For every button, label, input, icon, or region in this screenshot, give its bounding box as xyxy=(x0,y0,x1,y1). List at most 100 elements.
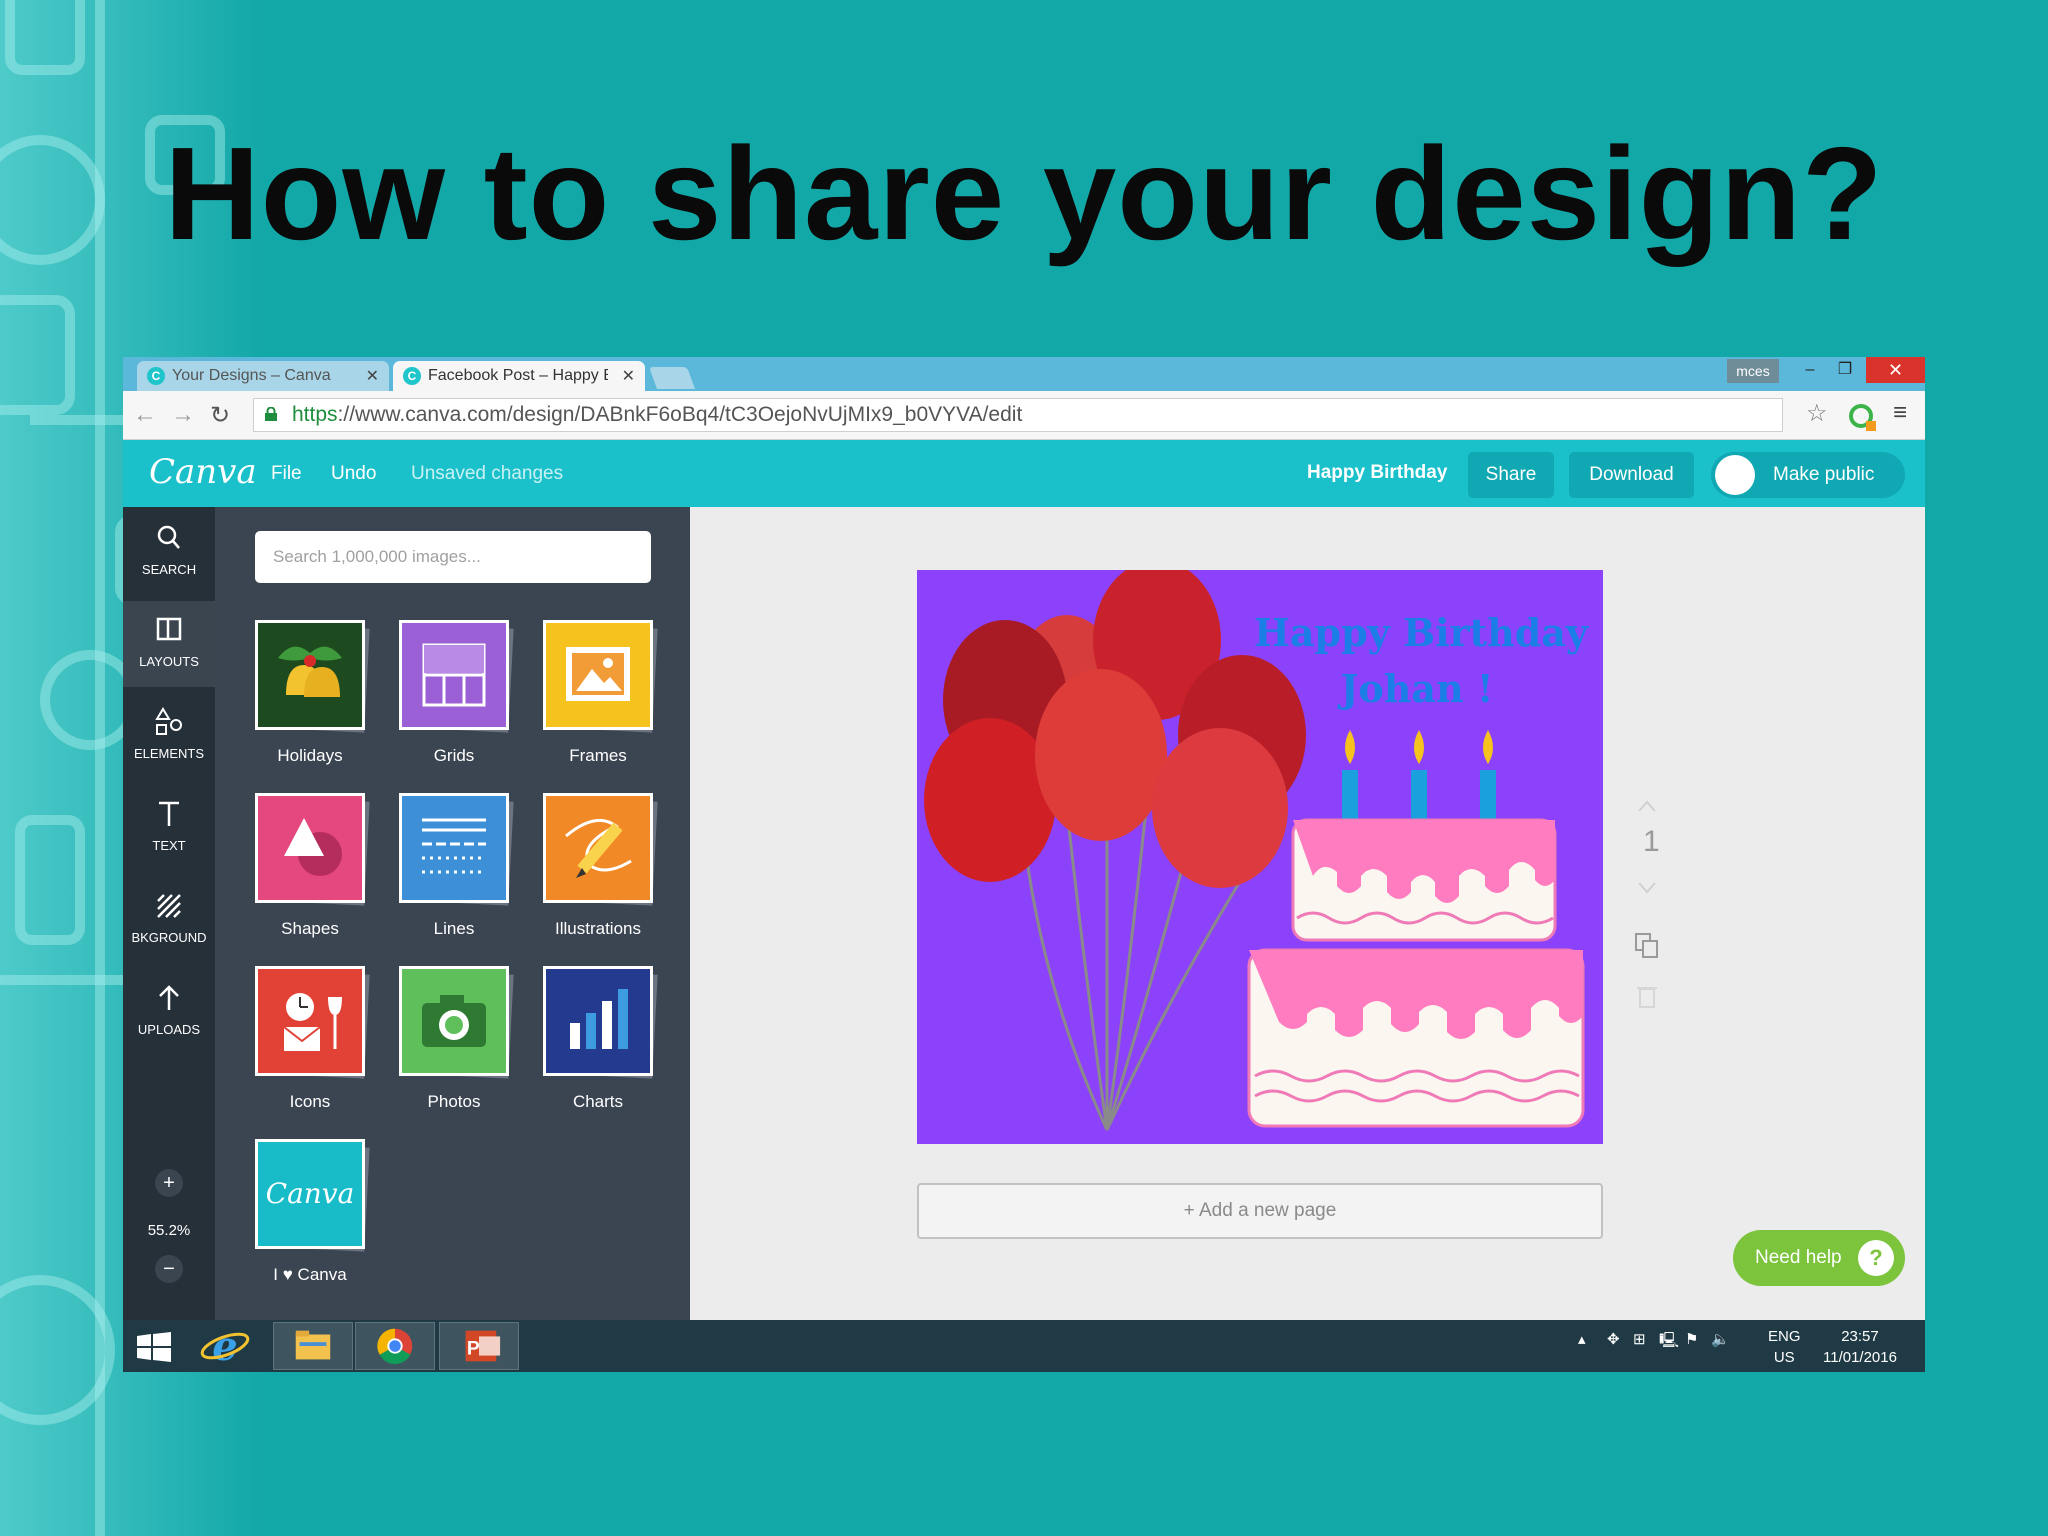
elements-panel: Search 1,000,000 images... Holidays Grid… xyxy=(215,507,690,1320)
tab-title: Your Designs – Canva xyxy=(172,367,331,384)
new-tab-button[interactable] xyxy=(648,367,696,389)
tile-label: Charts xyxy=(572,1092,624,1111)
file-explorer-icon[interactable] xyxy=(273,1322,353,1370)
layouts-icon xyxy=(156,617,182,641)
download-button[interactable]: Download xyxy=(1569,452,1694,498)
region-code: US xyxy=(1773,1349,1795,1366)
toggle-knob xyxy=(1715,455,1755,495)
delete-page-icon[interactable] xyxy=(1636,983,1658,1009)
powerpoint-icon[interactable]: P xyxy=(439,1322,519,1370)
menu-icon[interactable]: ≡ xyxy=(1893,399,1907,427)
tool-rail: SEARCH LAYOUTS ELEMENTS TEXT BKGROUND UP… xyxy=(123,507,215,1320)
tile-label: Holidays xyxy=(277,746,343,765)
tab-facebook-post[interactable]: C Facebook Post – Happy Bi ✕ xyxy=(393,361,645,391)
text-icon xyxy=(159,801,179,826)
move-page-up-icon[interactable] xyxy=(1635,797,1659,815)
dropbox-tray-icon[interactable]: ✥ xyxy=(1607,1330,1620,1348)
rail-label: LAYOUTS xyxy=(139,654,199,669)
rail-elements[interactable]: ELEMENTS xyxy=(123,693,215,779)
volume-icon[interactable]: 🔈 xyxy=(1711,1330,1730,1348)
rail-label: UPLOADS xyxy=(137,1022,201,1037)
need-help-button[interactable]: Need help ? xyxy=(1733,1230,1905,1286)
reload-icon[interactable]: ↻ xyxy=(210,401,230,430)
close-tab-icon[interactable]: ✕ xyxy=(622,366,635,386)
make-public-toggle[interactable]: Make public xyxy=(1711,452,1905,498)
design-title[interactable]: Happy Birthday xyxy=(1307,462,1447,484)
design-artboard[interactable]: Happy Birthday Johan ! xyxy=(917,570,1603,1144)
windows-tray-icon[interactable]: ⊞ xyxy=(1633,1330,1646,1348)
zoom-out-button[interactable]: − xyxy=(155,1255,183,1283)
rail-search[interactable]: SEARCH xyxy=(123,509,215,595)
lines-icon xyxy=(399,793,509,903)
artboard-line2[interactable]: Johan ! xyxy=(1337,666,1493,711)
save-status: Unsaved changes xyxy=(411,463,564,484)
rail-label: ELEMENTS xyxy=(133,746,205,761)
background-icon xyxy=(157,894,181,918)
illustrations-icon xyxy=(543,793,653,903)
svg-text:e: e xyxy=(212,1323,237,1370)
screenshot-window: C Your Designs – Canva ✕ C Facebook Post… xyxy=(123,357,1925,1372)
lock-icon xyxy=(265,407,277,421)
tile-label: Photos xyxy=(427,1092,481,1111)
internet-explorer-icon[interactable]: e xyxy=(185,1322,265,1370)
move-page-down-icon[interactable] xyxy=(1635,879,1659,897)
share-button[interactable]: Share xyxy=(1468,452,1554,498)
tile-label: Icons xyxy=(289,1092,331,1111)
elements-icon xyxy=(155,707,182,735)
charts-icon xyxy=(543,966,653,1076)
extension-icon[interactable] xyxy=(1848,403,1878,433)
tile-label: Grids xyxy=(433,746,475,765)
address-bar[interactable]: https://www.canva.com/design/DABnkF6oBq4… xyxy=(253,398,1783,432)
url-path: ://www.canva.com/design/DABnkF6oBq4/tC3O… xyxy=(337,403,1023,426)
image-search-input[interactable]: Search 1,000,000 images... xyxy=(255,531,651,583)
language-code: ENG xyxy=(1768,1328,1801,1345)
tab-your-designs[interactable]: C Your Designs – Canva ✕ xyxy=(137,361,389,391)
action-center-flag-icon[interactable]: ⚑ xyxy=(1685,1330,1698,1348)
windows-start-icon[interactable] xyxy=(137,1332,173,1362)
input-language[interactable]: ENG US xyxy=(1768,1326,1801,1368)
icons-icon xyxy=(255,966,365,1076)
undo-button[interactable]: Undo xyxy=(331,463,376,485)
windows-taskbar: e P ▴ ✥ ⊞ 🖳 ⚑ 🔈 ENG US 23:57 11/01/2016 xyxy=(123,1320,1925,1372)
minimize-icon[interactable]: – xyxy=(1793,357,1827,383)
canva-logo-tile: Canva xyxy=(255,1139,365,1249)
rail-uploads[interactable]: UPLOADS xyxy=(123,969,215,1055)
show-hidden-icons[interactable]: ▴ xyxy=(1578,1330,1586,1348)
tile-label: Lines xyxy=(433,919,475,938)
bookmark-star-icon[interactable]: ☆ xyxy=(1806,399,1828,428)
zoom-in-button[interactable]: + xyxy=(155,1169,183,1197)
network-tray-icon[interactable]: 🖳 xyxy=(1659,1330,1679,1355)
tile-label: Illustrations xyxy=(555,919,641,938)
system-clock[interactable]: 23:57 11/01/2016 xyxy=(1823,1326,1897,1368)
rail-label: TEXT xyxy=(152,838,186,853)
chrome-icon[interactable] xyxy=(355,1322,435,1370)
tile-label: Frames xyxy=(569,746,627,765)
artboard-line1[interactable]: Happy Birthday xyxy=(1254,610,1589,655)
need-help-label: Need help xyxy=(1755,1247,1842,1268)
frames-icon xyxy=(543,620,653,730)
rail-label: BKGROUND xyxy=(131,930,207,945)
restore-icon[interactable]: ❐ xyxy=(1828,357,1862,383)
camera-icon xyxy=(399,966,509,1076)
browser-tabstrip: C Your Designs – Canva ✕ C Facebook Post… xyxy=(123,357,1925,391)
rail-layouts[interactable]: LAYOUTS xyxy=(123,601,215,687)
canva-favicon-icon: C xyxy=(403,367,421,385)
close-window-icon[interactable]: ✕ xyxy=(1866,357,1925,383)
tab-title: Facebook Post – Happy Bi xyxy=(428,367,608,384)
holidays-icon xyxy=(255,620,365,730)
profile-badge[interactable]: mces xyxy=(1727,359,1779,383)
design-stage: Happy Birthday Johan ! 1 + Add a new pag… xyxy=(690,507,1925,1320)
zoom-level: 55.2% xyxy=(147,1222,191,1239)
clock-date: 11/01/2016 xyxy=(1823,1349,1897,1366)
add-page-button[interactable]: + Add a new page xyxy=(917,1183,1603,1239)
forward-icon[interactable]: → xyxy=(171,401,195,429)
file-menu[interactable]: File xyxy=(271,463,302,485)
canva-header: Canva File Undo Unsaved changes Happy Bi… xyxy=(123,440,1925,507)
canva-logo[interactable]: Canva xyxy=(149,452,257,492)
back-icon[interactable]: ← xyxy=(133,401,157,429)
close-tab-icon[interactable]: ✕ xyxy=(366,366,379,386)
tile-label: Shapes xyxy=(281,919,339,938)
rail-background[interactable]: BKGROUND xyxy=(123,877,215,963)
copy-page-icon[interactable] xyxy=(1634,932,1660,960)
rail-text[interactable]: TEXT xyxy=(123,785,215,871)
